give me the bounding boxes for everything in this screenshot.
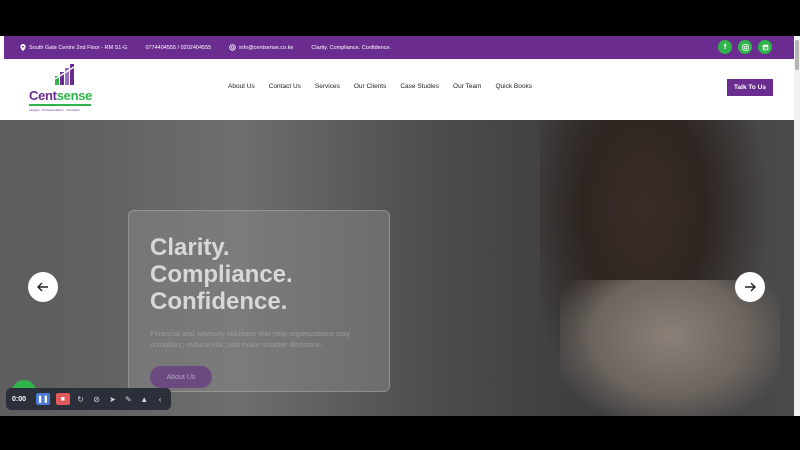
- hero-subtext: Financial and advisory solutions that he…: [150, 329, 350, 349]
- email-text[interactable]: info@centsense.co.ke: [239, 45, 293, 51]
- address-text: South Gate Centre 2nd Floor - RM S1-G: [29, 44, 128, 51]
- facebook-icon[interactable]: f: [718, 40, 732, 54]
- collapse-icon[interactable]: ‹: [155, 394, 165, 404]
- letterbox-top: [0, 0, 800, 36]
- nav-quick-books[interactable]: Quick Books: [495, 83, 532, 90]
- location-pin-icon: [20, 44, 26, 51]
- recording-time: 0:00: [12, 395, 27, 403]
- mic-off-icon[interactable]: ⊘: [92, 394, 102, 404]
- restart-icon[interactable]: ↻: [76, 394, 86, 404]
- top-info-bar: South Gate Centre 2nd Floor - RM S1-G 07…: [4, 36, 794, 59]
- cursor-icon[interactable]: ➤: [107, 394, 117, 404]
- nav-our-clients[interactable]: Our Clients: [354, 83, 387, 90]
- pen-icon[interactable]: ✎: [123, 394, 133, 404]
- headline-line-2: Compliance.: [150, 261, 293, 288]
- nav-services[interactable]: Services: [315, 83, 340, 90]
- logo-mark-icon: [54, 64, 75, 85]
- pause-icon[interactable]: ❚❚: [36, 393, 50, 405]
- linkedin-icon[interactable]: [758, 40, 772, 54]
- email-info: info@centsense.co.ke: [229, 44, 293, 51]
- site-header: Centsense Integrity · Professionalism · …: [4, 59, 794, 120]
- address-info: South Gate Centre 2nd Floor - RM S1-G: [20, 44, 127, 51]
- logo-tagline: Integrity · Professionalism · Innovation: [29, 108, 81, 112]
- logo[interactable]: Centsense Integrity · Professionalism · …: [29, 64, 95, 116]
- tagline-text: Clarity. Compliance. Confidence.: [311, 44, 392, 51]
- phone-info: 0774404555 / 0202404555: [145, 45, 211, 51]
- arrow-right-icon: [745, 282, 756, 292]
- talk-to-us-button[interactable]: Talk To Us: [727, 79, 773, 96]
- arrow-left-icon: [37, 282, 48, 292]
- hero-slider: Clarity. Compliance. Confidence. Financi…: [0, 120, 794, 416]
- stop-icon[interactable]: ■: [55, 393, 70, 405]
- nav-our-team[interactable]: Our Team: [453, 83, 481, 90]
- nav-about-us[interactable]: About Us: [228, 83, 255, 90]
- tagline-info: Clarity. Compliance. Confidence.: [311, 45, 391, 51]
- slider-prev-button[interactable]: [28, 272, 58, 302]
- browser-viewport: South Gate Centre 2nd Floor - RM S1-G 07…: [0, 36, 800, 416]
- instagram-icon[interactable]: [738, 40, 752, 54]
- slider-next-button[interactable]: [735, 272, 765, 302]
- nav-contact-us[interactable]: Contact Us: [269, 83, 301, 90]
- scrollbar-thumb[interactable]: [795, 40, 799, 70]
- main-nav: About Us Contact Us Services Our Clients…: [228, 83, 532, 90]
- logo-underline: [29, 104, 91, 106]
- screen-recorder-toolbar: 0:00 ❚❚ ■ ↻ ⊘ ➤ ✎ ▲ ‹: [6, 388, 171, 410]
- phone-text[interactable]: 0774404555 / 0202404555: [145, 45, 211, 51]
- hero-headline: Clarity. Compliance. Confidence.: [150, 234, 390, 315]
- logo-wordmark: Centsense: [29, 88, 93, 103]
- mail-icon: [229, 44, 236, 51]
- headline-line-3: Confidence.: [150, 288, 288, 315]
- scrollbar[interactable]: [794, 36, 800, 416]
- nav-case-studies[interactable]: Case Studies: [400, 83, 439, 90]
- headline-line-1: Clarity.: [150, 234, 230, 261]
- letterbox-bottom: [0, 416, 800, 450]
- hero-background-left: [0, 120, 140, 416]
- social-links: f: [718, 40, 772, 54]
- highlighter-icon[interactable]: ▲: [139, 394, 149, 404]
- hero-about-button[interactable]: About Us: [150, 366, 212, 388]
